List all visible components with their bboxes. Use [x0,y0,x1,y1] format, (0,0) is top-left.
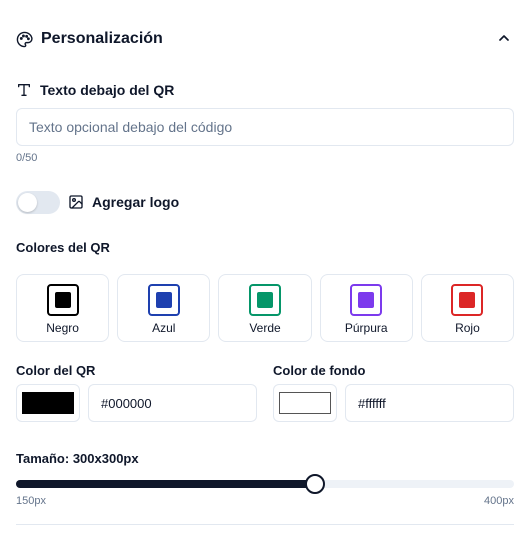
char-counter: 0/50 [16,152,38,164]
logo-label: Agregar logo [92,194,180,210]
range-min-label: 150px [16,495,46,507]
swatch-rojo[interactable]: Rojo [420,274,515,342]
qr-color-swatch [22,392,74,414]
section-title: Personalización [41,30,163,47]
section-header[interactable]: Personalización [16,28,516,50]
qr-color-hex-input[interactable] [88,384,257,422]
bg-color-label: Color de fondo [273,363,366,378]
qr-color-picker[interactable] [16,384,80,422]
slider-thumb[interactable] [304,474,325,494]
logo-toggle[interactable] [16,191,60,214]
qr-colors-label: Colores del QR [16,240,110,255]
slider-fill [16,480,315,488]
swatch-purpura[interactable]: Púrpura [319,274,413,342]
swatch-label: Azul [152,321,176,335]
logo-label-row: Agregar logo [68,194,179,210]
swatch-outline [451,284,484,316]
swatch-color [358,292,375,308]
swatch-color [459,292,476,308]
text-below-label: Texto debajo del QR [40,82,175,98]
swatch-label: Negro [46,321,79,335]
text-below-label-row: Texto debajo del QR [16,82,174,98]
swatch-azul[interactable]: Azul [117,274,211,342]
text-icon [16,82,32,98]
bg-color-swatch [279,392,331,414]
qr-color-label: Color del QR [16,363,96,378]
swatch-color [54,292,71,308]
swatch-negro[interactable]: Negro [16,274,110,342]
swatch-outline [147,284,180,316]
bg-color-picker[interactable] [273,384,337,422]
color-swatches: Negro Azul Verde Púrpura Rojo [16,274,515,342]
toggle-knob [18,193,37,212]
swatch-label: Púrpura [344,321,388,335]
size-slider[interactable] [16,474,514,494]
swatch-outline [350,284,383,316]
swatch-outline [46,284,79,316]
text-below-input[interactable] [16,108,514,146]
size-label: Tamaño: 300x300px [16,451,139,466]
swatch-color [257,292,273,308]
chevron-up-icon[interactable] [496,30,512,51]
palette-icon [16,31,33,48]
swatch-verde[interactable]: Verde [218,274,312,342]
swatch-label: Rojo [455,321,480,335]
swatch-label: Verde [249,321,281,335]
range-max-label: 400px [484,495,514,507]
swatch-color [155,292,172,308]
swatch-outline [249,284,281,316]
divider [16,524,514,525]
image-icon [68,194,84,210]
bg-color-hex-input[interactable] [345,384,514,422]
